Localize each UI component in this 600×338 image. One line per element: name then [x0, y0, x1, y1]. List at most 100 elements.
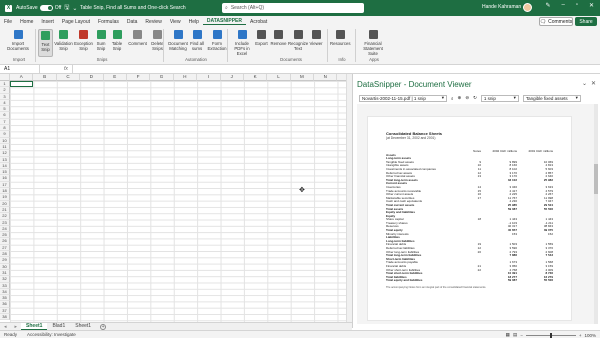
autosave-toggle[interactable]	[39, 5, 53, 11]
menu-review[interactable]: Review	[141, 19, 165, 25]
document-canvas[interactable]: Consolidated Balance Sheets (at December…	[357, 104, 595, 324]
column-header-j[interactable]: J	[220, 74, 244, 81]
zoom-in-icon[interactable]: ⊕	[458, 95, 462, 101]
validation-snip-button[interactable]: Validation Snip	[54, 29, 73, 57]
resources-button[interactable]: Resources	[330, 29, 351, 57]
export-button[interactable]: Export	[254, 29, 269, 57]
find-all-sums-button[interactable]: Find all sums	[188, 29, 206, 57]
comments-button[interactable]: 🗨 Comments	[539, 17, 573, 26]
column-header-h[interactable]: H	[173, 74, 198, 81]
include-pdfs-in-excel-button[interactable]: Include PDFs in Excel	[230, 29, 254, 57]
menu-file[interactable]: File	[0, 19, 16, 25]
spreadsheet-grid[interactable]: ABCDEFGHIJKLMNO 123456789101112131415161…	[0, 74, 346, 322]
pane-close-icon[interactable]: ✕	[591, 80, 596, 87]
menu-view[interactable]: View	[166, 19, 185, 25]
formula-input[interactable]	[71, 65, 600, 73]
import-documents-button[interactable]: Import Documents	[4, 29, 32, 57]
add-sheet-icon[interactable]: +	[100, 323, 107, 330]
document-matching-button[interactable]: Document Matching	[168, 29, 188, 57]
column-header-k[interactable]: K	[243, 74, 268, 81]
restore-icon[interactable]: ▫	[576, 2, 578, 9]
mouse-cursor-icon: ✥	[299, 187, 305, 194]
pen-icon[interactable]: ✎	[545, 2, 550, 9]
snip-filter-select[interactable]: 1 snip ▾	[480, 94, 519, 102]
user-name[interactable]: Hande Kahraman	[482, 4, 521, 10]
table-snip-button[interactable]: Table Snip	[108, 29, 126, 57]
column-header-b[interactable]: B	[33, 74, 57, 81]
exception-snip-button[interactable]: Exception Snip	[74, 29, 93, 57]
column-header-d[interactable]: D	[80, 74, 104, 81]
share-button[interactable]: Share	[575, 17, 597, 26]
cell-grid[interactable]	[10, 81, 346, 322]
avatar[interactable]	[523, 3, 532, 12]
close-icon[interactable]: ✕	[589, 2, 594, 9]
menu-help[interactable]: Help	[185, 19, 203, 25]
menu-data[interactable]: Data	[123, 19, 142, 25]
accessibility-status[interactable]: Accessibility: Investigate	[27, 332, 76, 337]
document-select[interactable]: Novartis-2002-11-15.pdf | 1 snip ▾	[359, 94, 447, 102]
zoom-out-button[interactable]: −	[520, 333, 523, 338]
column-header-i[interactable]: I	[197, 74, 221, 81]
menu-acrobat[interactable]: Acrobat	[246, 19, 271, 25]
menu-page-layout[interactable]: Page Layout	[58, 19, 94, 25]
sheet-tab[interactable]: Sheet1	[70, 323, 96, 330]
rotate-icon[interactable]: ↻	[473, 95, 477, 101]
column-header-f[interactable]: F	[126, 74, 151, 81]
tab-scroll-right-icon[interactable]: ▸	[11, 324, 22, 330]
financial-statement-suite-button[interactable]: Financial Statement Suite	[358, 29, 388, 57]
column-header-o[interactable]: O	[337, 74, 346, 81]
fx-icon[interactable]: fx	[64, 66, 68, 72]
column-header-g[interactable]: G	[150, 74, 174, 81]
selected-cell[interactable]	[10, 81, 34, 88]
recognize-text-button[interactable]: Recognize Text	[288, 29, 308, 57]
page-footnote: The accompanying Notes form an integral …	[386, 285, 487, 289]
column-header-e[interactable]: E	[103, 74, 127, 81]
menu-insert[interactable]: Insert	[37, 19, 58, 25]
form-extraction-button[interactable]: Form Extraction	[206, 29, 228, 57]
view-mode-select[interactable]: Tangible fixed assets ▾	[522, 94, 581, 102]
search-doc-icon[interactable]: ⌕	[451, 96, 454, 101]
delete-snips-button[interactable]: Delete Snips	[148, 29, 167, 57]
chevron-down-icon: ▾	[575, 95, 578, 100]
qat-more-icon[interactable]: ⌄	[72, 5, 77, 12]
remove-button[interactable]: Remove	[270, 29, 287, 57]
column-header-l[interactable]: L	[267, 74, 291, 81]
comment-button[interactable]: Comment	[128, 29, 147, 57]
text-snip-button[interactable]: Text Snip	[38, 29, 53, 57]
zoom-level[interactable]: 100%	[584, 333, 596, 338]
pane-options-icon[interactable]: ⌄	[582, 80, 587, 87]
formula-bar: A1 fx	[0, 65, 600, 74]
page-layout-icon[interactable]: ▤	[513, 332, 517, 338]
ribbon-button-label: Find all sums	[190, 41, 204, 51]
column-header-a[interactable]: A	[10, 74, 34, 81]
zoom-slider[interactable]	[525, 332, 576, 338]
ribbon-group-automation: Automation	[185, 57, 207, 62]
document-title[interactable]: Table Snip, Find all Sums and One-click …	[80, 5, 186, 11]
document-page[interactable]: Consolidated Balance Sheets (at December…	[367, 116, 572, 321]
viewer-button[interactable]: Viewer	[308, 29, 324, 57]
select-all-corner[interactable]	[0, 74, 10, 81]
column-header-m[interactable]: M	[290, 74, 315, 81]
sum-snip-button[interactable]: Sum Snip	[94, 29, 108, 57]
normal-view-icon[interactable]: ▦	[506, 332, 510, 338]
row-header[interactable]: 38	[0, 313, 10, 321]
sheet-tab[interactable]: Blad1	[47, 323, 70, 330]
column-header-c[interactable]: C	[56, 74, 81, 81]
search-box[interactable]: ⌕ Search (Alt+Q)	[222, 3, 364, 13]
name-box[interactable]: A1	[0, 65, 40, 73]
table-row[interactable]: Total equity and liabilities 59 087 55 506	[386, 279, 553, 283]
sheet-tab[interactable]: Sheet1	[21, 323, 48, 330]
menu-home[interactable]: Home	[16, 19, 37, 25]
minimize-icon[interactable]: –	[561, 2, 564, 9]
column-header-n[interactable]: N	[314, 74, 338, 81]
menu-formulas[interactable]: Formulas	[94, 19, 123, 25]
ribbon-button-label: Table Snip	[111, 41, 123, 51]
menu-datasnipper[interactable]: DATASNIPPER	[202, 18, 246, 25]
tab-scroll-left-icon[interactable]: ◂	[0, 324, 11, 330]
zoom-in-button[interactable]: +	[579, 333, 582, 338]
zoom-out-icon[interactable]: ⊖	[465, 95, 469, 101]
financial-statement-suite-icon	[368, 30, 378, 39]
sum-snip-icon	[96, 30, 106, 39]
viewer-scrollbar[interactable]	[594, 104, 598, 324]
save-icon[interactable]: 🖫	[64, 3, 69, 13]
